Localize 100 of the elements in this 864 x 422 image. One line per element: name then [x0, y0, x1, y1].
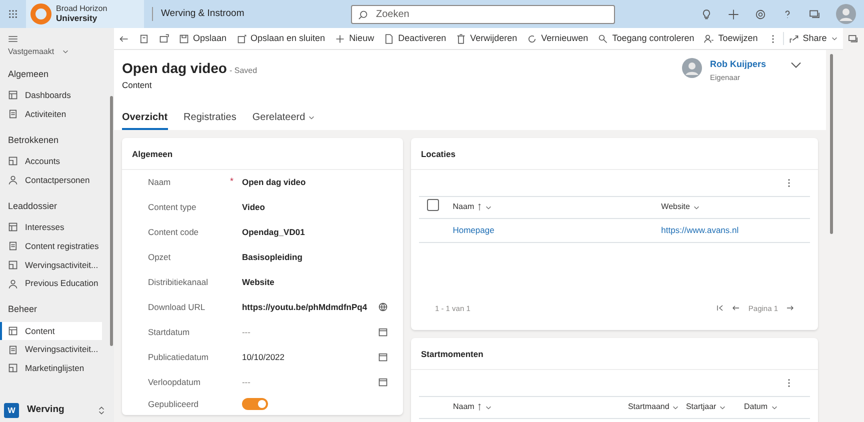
search-icon: [358, 10, 368, 20]
column-header[interactable]: Naam: [452, 201, 474, 213]
owner-avatar: [682, 58, 702, 78]
calendar-icon[interactable]: [378, 352, 388, 362]
field-label: Download URL: [148, 300, 206, 314]
sidebar-item[interactable]: Activiteiten: [0, 104, 102, 124]
toolbar-button[interactable]: Vernieuwen: [522, 32, 594, 46]
chevron-icon: [672, 404, 680, 410]
toolbar-button[interactable]: Opslaan: [174, 32, 232, 46]
field-label: Naam: [148, 176, 172, 188]
settings-icon[interactable]: [755, 8, 766, 20]
app-launcher-icon[interactable]: [8, 8, 18, 19]
chevron-icon: [485, 404, 492, 410]
popout-icon: [158, 34, 169, 44]
person-icon: [704, 34, 714, 44]
table-link[interactable]: https://www.avans.nl: [661, 224, 739, 235]
sidebar-item[interactable]: Accounts: [0, 152, 102, 171]
area-switcher[interactable]: Werving: [27, 403, 64, 418]
lightbulb-icon[interactable]: [701, 8, 712, 20]
sidebar-item[interactable]: Contactpersonen: [0, 170, 102, 190]
owner-link[interactable]: Rob Kuijpers: [710, 58, 766, 72]
document-icon: [384, 34, 394, 44]
sidebar-item[interactable]: Dashboards: [0, 86, 102, 105]
calendar-icon[interactable]: [378, 377, 388, 387]
sidebar-item[interactable]: Wervingsactiviteit...: [0, 256, 102, 274]
back-arrow-icon: [118, 34, 129, 44]
tab[interactable]: Registraties: [184, 108, 236, 130]
share-icon: [788, 34, 799, 44]
chevron-icon: [719, 404, 726, 410]
section-title: Startmomenten: [410, 338, 818, 370]
back-arrow-icon[interactable]: [732, 304, 740, 312]
field-placeholder[interactable]: ---: [242, 376, 378, 388]
ring-logo-icon: [30, 3, 52, 25]
field-value[interactable]: https://youtu.be/phMdmdfnPq4: [242, 300, 378, 314]
section-heading: Algemeen: [7, 68, 50, 81]
refresh-icon: [527, 34, 538, 44]
toolbar-button[interactable]: Deactiveren: [379, 32, 452, 46]
calendar-icon[interactable]: [378, 327, 388, 337]
field-label: Distribitiekanaal: [148, 276, 209, 288]
field-value[interactable]: Basisopleiding: [242, 250, 388, 264]
field-value[interactable]: Website: [242, 276, 388, 288]
field-label: Startdatum: [148, 326, 191, 338]
updown-chevron-icon[interactable]: [97, 406, 106, 415]
first-page-icon[interactable]: [716, 304, 724, 312]
chevron-icon: [692, 204, 700, 210]
field-label: Content code: [148, 226, 200, 238]
section-heading: Betrokkenen: [7, 134, 60, 146]
chevron-icon: [485, 204, 492, 210]
chevron-icon: [62, 48, 70, 55]
toolbar-button[interactable]: Opslaan en sluiten: [232, 32, 330, 46]
page-icon: [8, 260, 18, 270]
toolbar-button[interactable]: Toewijzen: [699, 32, 763, 46]
sidebar-item[interactable]: Marketinglijsten: [0, 359, 102, 378]
required-mark: *: [230, 176, 234, 186]
column-header[interactable]: Website: [661, 201, 690, 213]
column-header[interactable]: Naam: [452, 401, 474, 413]
field-value[interactable]: 10/10/2022: [242, 350, 378, 364]
save-icon: [178, 34, 189, 44]
field-value[interactable]: Open dag video: [242, 176, 388, 188]
globe-icon[interactable]: [378, 302, 388, 312]
brand-name: Broad Horizon: [56, 5, 108, 14]
trash-icon: [456, 34, 466, 44]
menu-icon[interactable]: [8, 34, 18, 44]
section-heading: Leaddossier: [7, 200, 58, 212]
toolbar-button[interactable]: Nieuw: [330, 32, 380, 46]
sidebar-item[interactable]: Previous Education: [0, 274, 102, 293]
sidebar-item[interactable]: Wervingsactiviteit...: [0, 340, 102, 359]
forward-arrow-icon[interactable]: [786, 304, 794, 312]
chat-icon[interactable]: [809, 8, 820, 20]
toggle-switch[interactable]: [242, 398, 268, 410]
chevron-icon: [830, 35, 838, 42]
field-value[interactable]: Video: [242, 200, 388, 214]
record-title: Open dag video: [122, 60, 227, 76]
column-header[interactable]: Datum: [744, 401, 768, 413]
field-value[interactable]: Opendag_VD01: [242, 226, 388, 238]
column-header[interactable]: Startjaar: [686, 401, 716, 413]
toolbar-button[interactable]: Toegang controleren: [593, 32, 700, 46]
page-icon: [8, 326, 18, 336]
sidebar-item[interactable]: Content: [0, 322, 102, 340]
scrollbar-thumb[interactable]: [830, 54, 833, 234]
scrollbar-thumb[interactable]: [110, 96, 113, 346]
section-title: Algemeen: [122, 138, 403, 170]
sidebar-item[interactable]: Interesses: [0, 218, 102, 237]
chat-icon[interactable]: [848, 34, 858, 44]
area-badge: W: [4, 403, 19, 418]
pinned-section[interactable]: Vastgemaakt: [8, 46, 54, 58]
column-header[interactable]: Startmaand: [628, 401, 670, 413]
user-avatar: [836, 4, 856, 24]
toolbar-button[interactable]: Verwijderen: [451, 32, 522, 46]
field-label: Publicatiedatum: [148, 350, 210, 364]
brand-name: University: [56, 14, 98, 23]
field-placeholder[interactable]: ---: [242, 326, 378, 338]
plus-icon[interactable]: [728, 8, 739, 20]
checkbox[interactable]: [426, 198, 439, 211]
sidebar-item[interactable]: Content registraties: [0, 236, 102, 256]
table-link[interactable]: Homepage: [452, 224, 494, 235]
save-close-icon: [236, 34, 246, 44]
tab[interactable]: Overzicht: [122, 108, 168, 130]
search-field[interactable]: Zoeken: [351, 4, 615, 24]
tab[interactable]: Gerelateerd: [252, 108, 315, 130]
